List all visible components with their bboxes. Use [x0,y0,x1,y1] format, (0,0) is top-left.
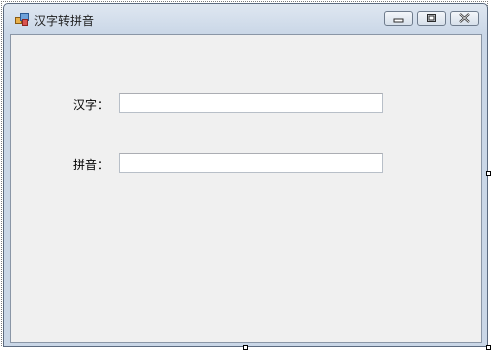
close-button[interactable] [450,11,479,26]
caption-buttons [384,11,479,26]
resize-handle-corner[interactable] [486,345,491,350]
pinyin-input[interactable] [119,153,383,173]
minimize-button[interactable] [384,11,413,26]
title-bar[interactable]: 汉字转拼音 [4,4,487,34]
designer-surface: 汉字转拼音 汉字： 拼音： [0,0,492,351]
minimize-icon [393,18,404,23]
maximize-icon [427,14,436,22]
close-icon [459,13,470,23]
resize-handle-bottom[interactable] [243,345,248,350]
pinyin-label: 拼音： [73,158,110,172]
form-client-area: 汉字： 拼音： [10,34,482,343]
resize-handle-right[interactable] [486,171,491,176]
maximize-button[interactable] [417,11,446,26]
app-icon [15,13,29,26]
hanzi-label: 汉字： [73,98,110,112]
form-window: 汉字转拼音 汉字： 拼音： [3,3,488,347]
window-title: 汉字转拼音 [34,14,95,28]
hanzi-input[interactable] [119,93,383,113]
